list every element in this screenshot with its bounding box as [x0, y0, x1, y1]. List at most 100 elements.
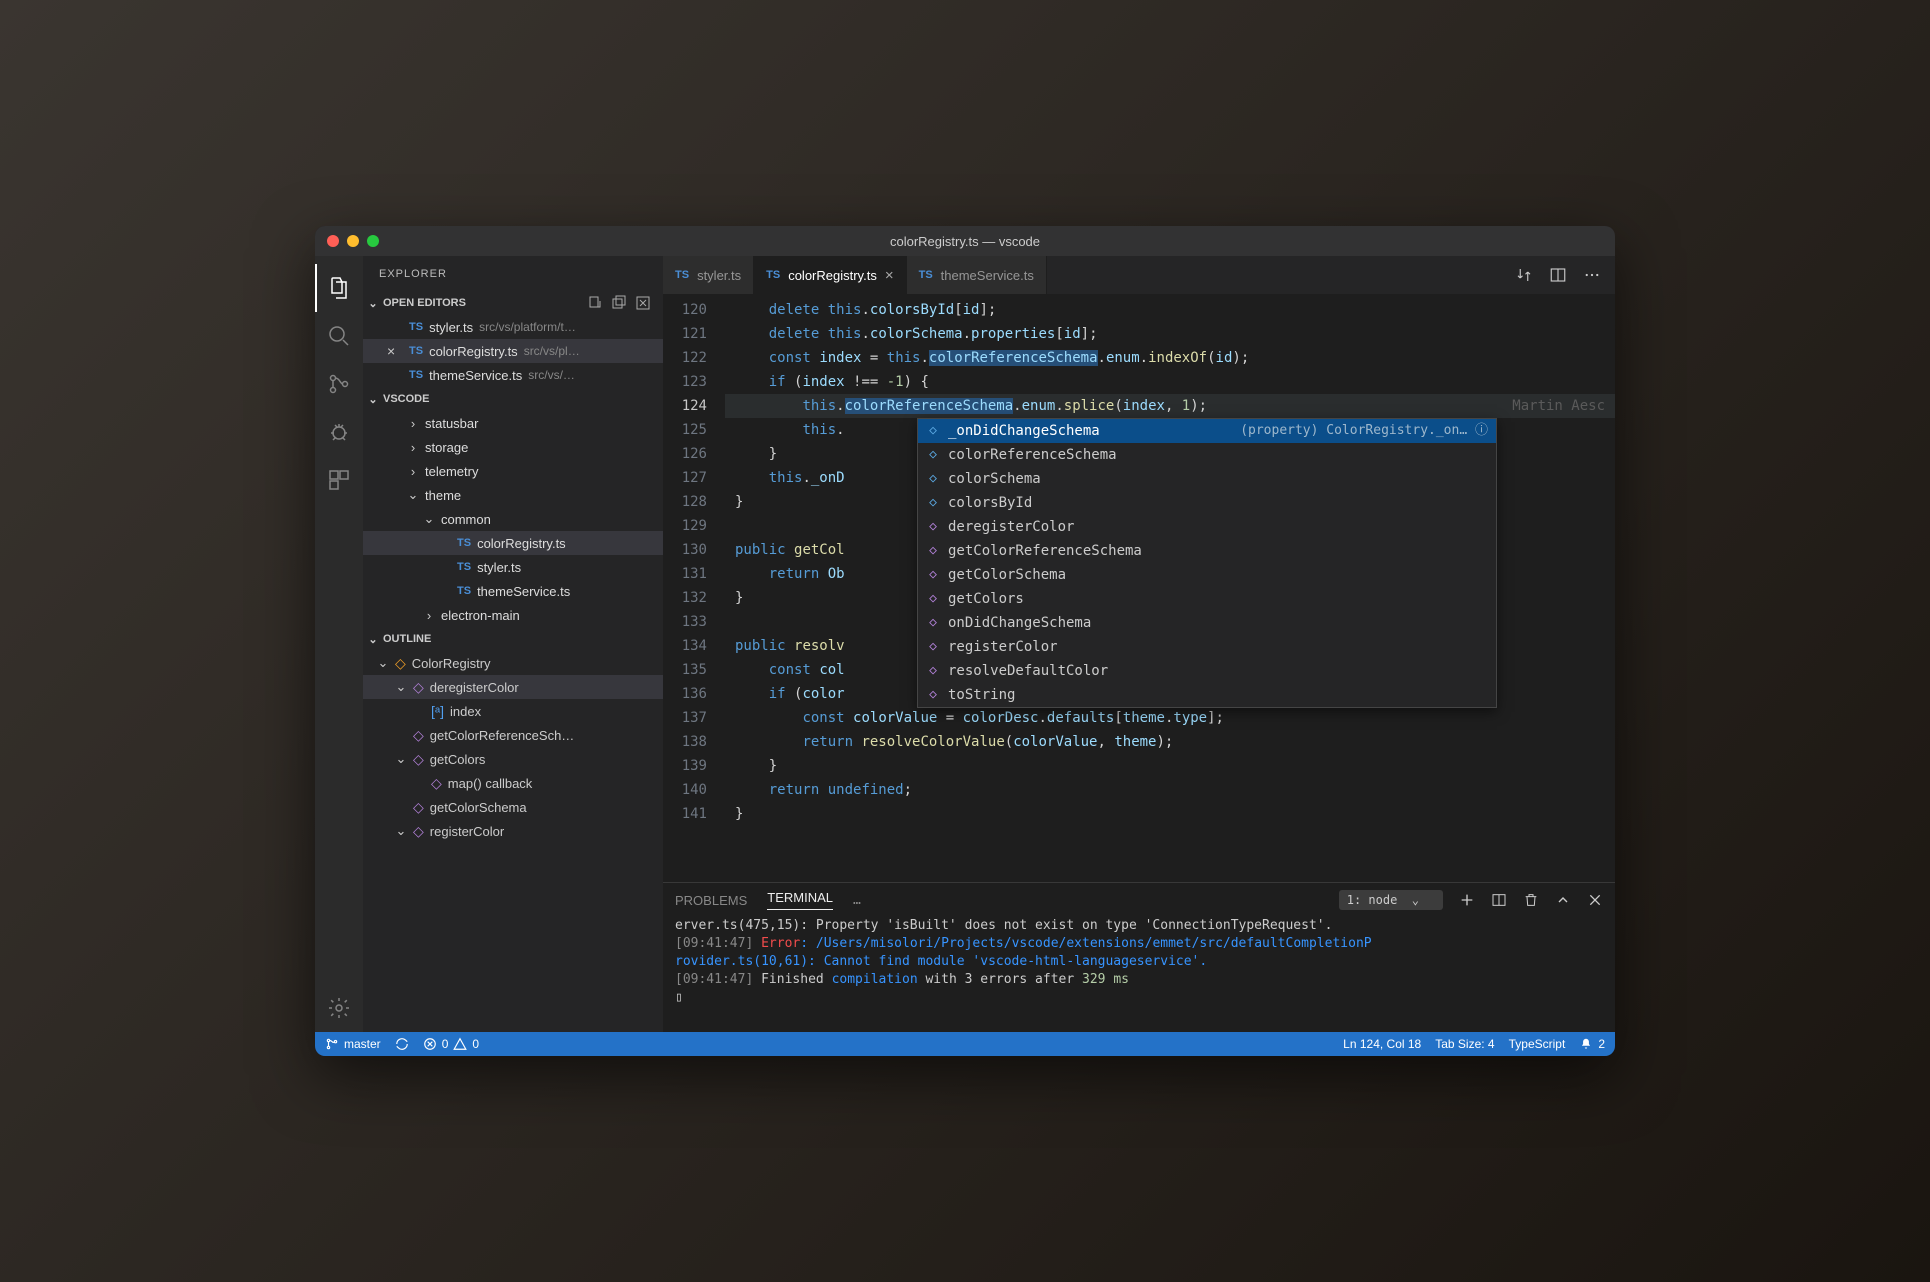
chevron-icon: › [407, 440, 419, 455]
tab-terminal[interactable]: TERMINAL [767, 890, 833, 910]
file-path: src/vs/platform/t… [479, 320, 576, 334]
tree-item[interactable]: ›statusbar [363, 411, 663, 435]
problems-status[interactable]: 0 0 [423, 1037, 479, 1051]
save-all-icon[interactable] [611, 295, 627, 311]
split-editor-icon[interactable] [1549, 266, 1567, 284]
suggest-item[interactable]: ◇colorsById [918, 491, 1496, 515]
chevron-icon: › [407, 464, 419, 479]
tree-item[interactable]: ⌄theme [363, 483, 663, 507]
method-icon: ◇ [926, 683, 940, 707]
bug-icon [327, 420, 351, 444]
chevron-icon: ⌄ [395, 823, 407, 839]
git-branch[interactable]: master [325, 1037, 381, 1051]
editor-tab[interactable]: TScolorRegistry.ts× [754, 256, 906, 294]
maximize-panel-icon[interactable] [1555, 892, 1571, 908]
outline-item[interactable]: ◇getColorReferenceSch… [363, 723, 663, 747]
titlebar[interactable]: colorRegistry.ts — vscode [315, 226, 1615, 256]
cursor-position[interactable]: Ln 124, Col 18 [1343, 1037, 1421, 1051]
tab-label: colorRegistry.ts [788, 268, 877, 283]
open-editor-item[interactable]: TSthemeService.tssrc/vs/… [363, 363, 663, 387]
suggest-item[interactable]: ◇_onDidChangeSchema(property) ColorRegis… [918, 419, 1496, 443]
close-icon[interactable]: × [387, 343, 403, 359]
editor-tab[interactable]: TSstyler.ts [663, 256, 754, 294]
suggest-item[interactable]: ◇onDidChangeSchema [918, 611, 1496, 635]
suggest-item[interactable]: ◇resolveDefaultColor [918, 659, 1496, 683]
suggest-item[interactable]: ◇toString [918, 683, 1496, 707]
tab-label: styler.ts [697, 268, 741, 283]
terminal-output[interactable]: erver.ts(475,15): Property 'isBuilt' doe… [663, 917, 1615, 1032]
new-terminal-icon[interactable] [1459, 892, 1475, 908]
suggest-item[interactable]: ◇getColorReferenceSchema [918, 539, 1496, 563]
workspace-label: VSCODE [383, 393, 429, 405]
outline-item[interactable]: ⌄◇deregisterColor [363, 675, 663, 699]
outline-item[interactable]: ⌄◇registerColor [363, 819, 663, 843]
tree-item[interactable]: TScolorRegistry.ts [363, 531, 663, 555]
tree-item[interactable]: TSthemeService.ts [363, 579, 663, 603]
settings-activity[interactable] [315, 984, 363, 1032]
extensions-activity[interactable] [315, 456, 363, 504]
workspace-header[interactable]: ⌄ VSCODE [363, 387, 663, 411]
close-panel-icon[interactable] [1587, 892, 1603, 908]
suggest-item[interactable]: ◇registerColor [918, 635, 1496, 659]
maximize-window-button[interactable] [367, 235, 379, 247]
language-mode[interactable]: TypeScript [1509, 1037, 1566, 1051]
code-content[interactable]: delete this.colorsById[id]; delete this.… [725, 294, 1615, 882]
sidebar: EXPLORER ⌄ OPEN EDITORS TSstyler.tssrc/v… [363, 256, 663, 1032]
file-name: colorRegistry.ts [429, 344, 518, 359]
close-icon[interactable]: × [885, 267, 894, 284]
suggest-widget[interactable]: ◇_onDidChangeSchema(property) ColorRegis… [917, 418, 1497, 708]
symbol-name: getColorSchema [430, 800, 527, 815]
outline-header[interactable]: ⌄ OUTLINE [363, 627, 663, 651]
error-icon [423, 1037, 437, 1051]
editor-tab[interactable]: TSthemeService.ts [907, 256, 1047, 294]
suggest-label: colorReferenceSchema [948, 443, 1117, 467]
tree-item[interactable]: ›telemetry [363, 459, 663, 483]
suggest-item[interactable]: ◇getColors [918, 587, 1496, 611]
debug-activity[interactable] [315, 408, 363, 456]
file-tree: ›statusbar›storage›telemetry⌄theme⌄commo… [363, 411, 663, 627]
open-editors-header[interactable]: ⌄ OPEN EDITORS [363, 291, 663, 315]
tree-item[interactable]: ›storage [363, 435, 663, 459]
suggest-label: resolveDefaultColor [948, 659, 1108, 683]
outline-item[interactable]: ◇getColorSchema [363, 795, 663, 819]
suggest-item[interactable]: ◇colorSchema [918, 467, 1496, 491]
sync-button[interactable] [395, 1037, 409, 1051]
more-icon[interactable]: … [853, 893, 861, 908]
close-window-button[interactable] [327, 235, 339, 247]
suggest-item[interactable]: ◇deregisterColor [918, 515, 1496, 539]
editor[interactable]: 1201211221231241251261271281291301311321… [663, 294, 1615, 882]
chevron-icon: ⌄ [395, 679, 407, 695]
close-all-icon[interactable] [635, 295, 651, 311]
terminal-selector[interactable]: 1: node ⌄ [1339, 890, 1443, 910]
symbol-icon: ◇ [413, 679, 424, 696]
compare-changes-icon[interactable] [1515, 266, 1533, 284]
tab-size[interactable]: Tab Size: 4 [1435, 1037, 1494, 1051]
outline-item[interactable]: ⌄◇ColorRegistry [363, 651, 663, 675]
more-icon[interactable] [1583, 266, 1601, 284]
tab-problems[interactable]: PROBLEMS [675, 893, 747, 908]
search-activity[interactable] [315, 312, 363, 360]
outline-item[interactable]: ◇map() callback [363, 771, 663, 795]
typescript-icon: TS [457, 537, 471, 549]
split-terminal-icon[interactable] [1491, 892, 1507, 908]
minimize-window-button[interactable] [347, 235, 359, 247]
tree-item[interactable]: ›electron-main [363, 603, 663, 627]
window-body: EXPLORER ⌄ OPEN EDITORS TSstyler.tssrc/v… [315, 256, 1615, 1032]
notifications[interactable]: 2 [1579, 1037, 1605, 1051]
kill-terminal-icon[interactable] [1523, 892, 1539, 908]
source-control-activity[interactable] [315, 360, 363, 408]
sync-icon [395, 1037, 409, 1051]
tree-item[interactable]: ⌄common [363, 507, 663, 531]
explorer-activity[interactable] [315, 264, 363, 312]
open-editor-item[interactable]: TSstyler.tssrc/vs/platform/t… [363, 315, 663, 339]
prop-icon: ◇ [926, 467, 940, 491]
open-editor-item[interactable]: ×TScolorRegistry.tssrc/vs/pl… [363, 339, 663, 363]
outline-item[interactable]: ⌄◇getColors [363, 747, 663, 771]
suggest-item[interactable]: ◇getColorSchema [918, 563, 1496, 587]
outline-item[interactable]: [ᵃ]index [363, 699, 663, 723]
new-file-icon[interactable] [587, 295, 603, 311]
tree-item[interactable]: TSstyler.ts [363, 555, 663, 579]
typescript-icon: TS [409, 345, 423, 357]
symbol-icon: ◇ [413, 823, 424, 840]
suggest-item[interactable]: ◇colorReferenceSchema [918, 443, 1496, 467]
